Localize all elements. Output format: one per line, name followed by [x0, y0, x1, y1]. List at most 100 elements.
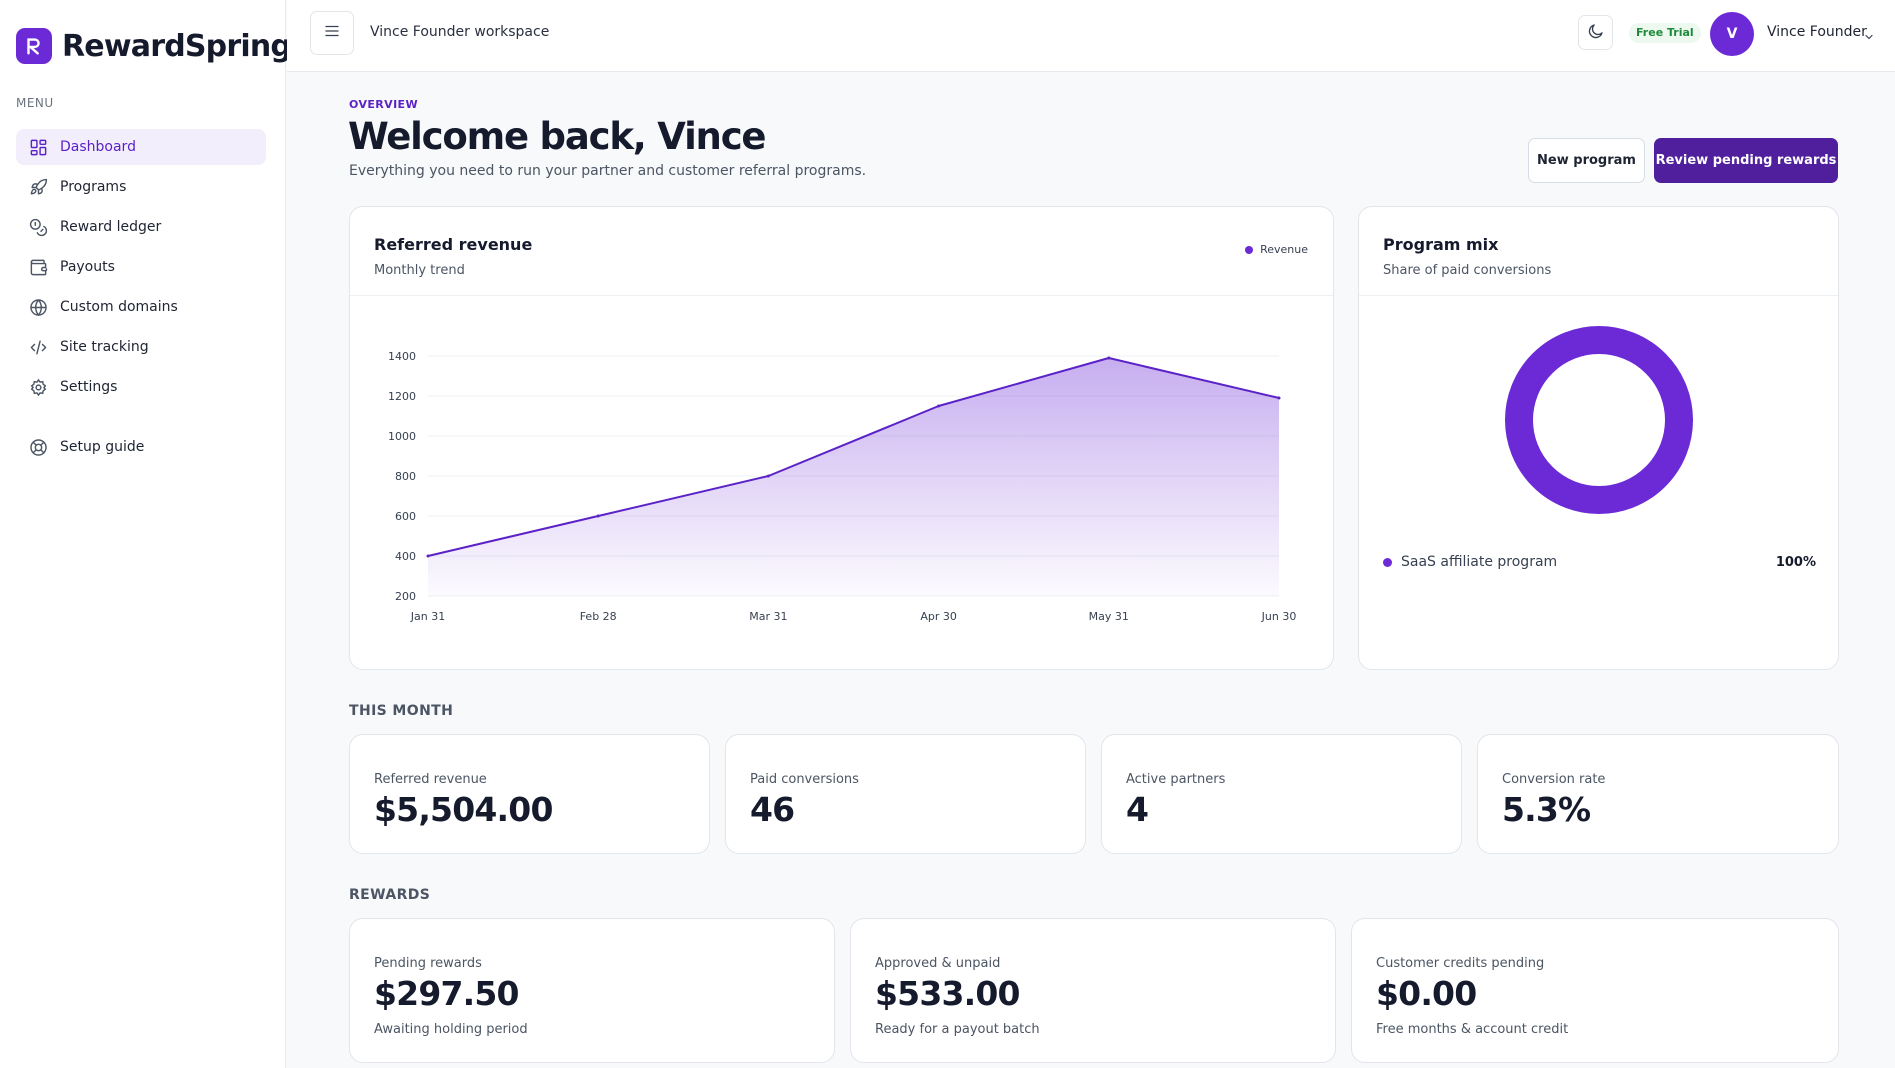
new-program-button[interactable]: New program	[1528, 138, 1645, 183]
sidebar-item-payouts[interactable]: Payouts	[16, 249, 266, 285]
rewards-label: REWARDS	[349, 887, 431, 903]
y-tick-label: 1400	[388, 350, 416, 363]
revenue-point	[1277, 396, 1281, 400]
page-title: Welcome back, Vince	[348, 115, 767, 158]
card-subtitle: Monthly trend	[374, 263, 465, 278]
revenue-point	[596, 514, 600, 518]
referred-revenue-card: Referred revenue Monthly trend Revenue 2…	[349, 206, 1334, 670]
mix-legend-swatch	[1383, 557, 1392, 567]
review-pending-rewards-button[interactable]: Review pending rewards	[1654, 138, 1838, 183]
stat-label: Pending rewards	[374, 956, 482, 971]
sidebar-item-label: Site tracking	[60, 339, 149, 355]
avatar[interactable]: V	[1710, 12, 1754, 56]
legend-label: Revenue	[1260, 243, 1308, 256]
stat-value: $297.50	[374, 974, 520, 1013]
x-tick-label: Mar 31	[749, 610, 787, 623]
this-month-label: THIS MONTH	[349, 703, 454, 719]
program-mix-card: Program mix Share of paid conversions Sa…	[1358, 206, 1839, 670]
stat-card-conversion-rate: Conversion rate 5.3%	[1477, 734, 1839, 854]
stat-value: $533.00	[875, 974, 1021, 1013]
moon-icon	[1587, 22, 1605, 44]
stat-label: Referred revenue	[374, 772, 487, 787]
trial-badge: Free Trial	[1629, 23, 1701, 43]
y-tick-label: 1000	[388, 430, 416, 443]
revenue-point	[937, 404, 941, 408]
sidebar-item-label: Programs	[60, 179, 127, 195]
code-icon	[28, 337, 48, 357]
sidebar-item-label: Payouts	[60, 259, 115, 275]
theme-toggle-button[interactable]	[1578, 15, 1613, 50]
mix-legend-value: 100%	[1775, 554, 1816, 570]
mix-legend-label: SaaS affiliate program	[1401, 554, 1558, 570]
legend-swatch	[1245, 245, 1254, 254]
stat-value: 46	[750, 790, 795, 829]
stat-label: Paid conversions	[750, 772, 859, 787]
page-subtitle: Everything you need to run your partner …	[349, 163, 867, 179]
card-header: Referred revenue Monthly trend Revenue	[350, 207, 1333, 296]
menu-toggle-button[interactable]	[310, 11, 354, 55]
sidebar-item-label: Setup guide	[60, 439, 145, 455]
stat-note: Free months & account credit	[1376, 1022, 1569, 1037]
brand-logo-icon	[16, 28, 52, 64]
sidebar-item-label: Settings	[60, 379, 118, 395]
stat-label: Customer credits pending	[1376, 956, 1545, 971]
brand[interactable]: RewardSpring	[16, 28, 292, 64]
rocket-icon	[28, 177, 48, 197]
stat-card-paid-conversions: Paid conversions 46	[725, 734, 1086, 854]
brand-name: RewardSpring	[62, 28, 292, 64]
chevron-down-icon[interactable]	[1863, 28, 1875, 47]
y-tick-label: 1200	[388, 390, 416, 403]
stat-value: $0.00	[1376, 974, 1477, 1013]
coins-icon	[28, 217, 48, 237]
lifebuoy-icon	[28, 437, 48, 457]
workspace-name[interactable]: Vince Founder workspace	[370, 24, 549, 40]
chart-legend: Revenue	[1245, 243, 1308, 256]
sidebar-item-label: Dashboard	[60, 139, 136, 155]
x-tick-label: Apr 30	[920, 610, 957, 623]
stat-value: 4	[1126, 790, 1149, 829]
x-tick-label: May 31	[1089, 610, 1129, 623]
stat-card-referred-revenue: Referred revenue $5,504.00	[349, 734, 710, 854]
sidebar-item-site-tracking[interactable]: Site tracking	[16, 329, 266, 365]
revenue-point	[1107, 356, 1111, 360]
y-tick-label: 200	[395, 590, 416, 603]
menu-label: MENU	[16, 96, 54, 110]
stat-card-approved-unpaid: Approved & unpaid $533.00 Ready for a pa…	[850, 918, 1336, 1063]
card-header: Program mix Share of paid conversions	[1359, 207, 1838, 296]
stat-value: 5.3%	[1502, 790, 1591, 829]
sidebar-item-custom-domains[interactable]: Custom domains	[16, 289, 266, 325]
revenue-area	[428, 358, 1279, 596]
sidebar-item-settings[interactable]: Settings	[16, 369, 266, 405]
sidebar-nav: Dashboard Programs Reward ledger Payouts…	[16, 129, 266, 469]
y-tick-label: 400	[395, 550, 416, 563]
card-title: Referred revenue	[374, 235, 533, 254]
mix-legend-item: SaaS affiliate program 100%	[1383, 551, 1816, 573]
sidebar-item-dashboard[interactable]: Dashboard	[16, 129, 266, 165]
program-mix-donut	[1505, 326, 1693, 514]
stat-card-customer-credits: Customer credits pending $0.00 Free mont…	[1351, 918, 1839, 1063]
y-tick-label: 800	[395, 470, 416, 483]
revenue-point	[426, 554, 430, 558]
sidebar-item-programs[interactable]: Programs	[16, 169, 266, 205]
revenue-point	[766, 474, 770, 478]
user-name[interactable]: Vince Founder	[1767, 24, 1867, 40]
topbar: Vince Founder workspace Free Trial V Vin…	[287, 0, 1895, 72]
sidebar-item-reward-ledger[interactable]: Reward ledger	[16, 209, 266, 245]
stat-card-active-partners: Active partners 4	[1101, 734, 1462, 854]
stat-note: Ready for a payout batch	[875, 1022, 1040, 1037]
wallet-icon	[28, 257, 48, 277]
sidebar-item-setup-guide[interactable]: Setup guide	[16, 429, 266, 465]
hamburger-icon	[323, 22, 341, 44]
revenue-chart: 200 400 600 800 1000 1200 1400 Jan 31 Feb 28 Mar …	[388, 350, 1296, 623]
stat-card-pending-rewards: Pending rewards $297.50 Awaiting holding…	[349, 918, 835, 1063]
donut-slice	[1505, 326, 1693, 514]
sidebar-item-label: Custom domains	[60, 299, 178, 315]
overview-eyebrow: OVERVIEW	[349, 98, 419, 111]
gear-icon	[28, 377, 48, 397]
stat-note: Awaiting holding period	[374, 1022, 528, 1037]
sidebar-item-label: Reward ledger	[60, 219, 162, 235]
stat-label: Conversion rate	[1502, 772, 1606, 787]
y-tick-label: 600	[395, 510, 416, 523]
dashboard-icon	[28, 137, 48, 157]
card-title: Program mix	[1383, 235, 1499, 254]
